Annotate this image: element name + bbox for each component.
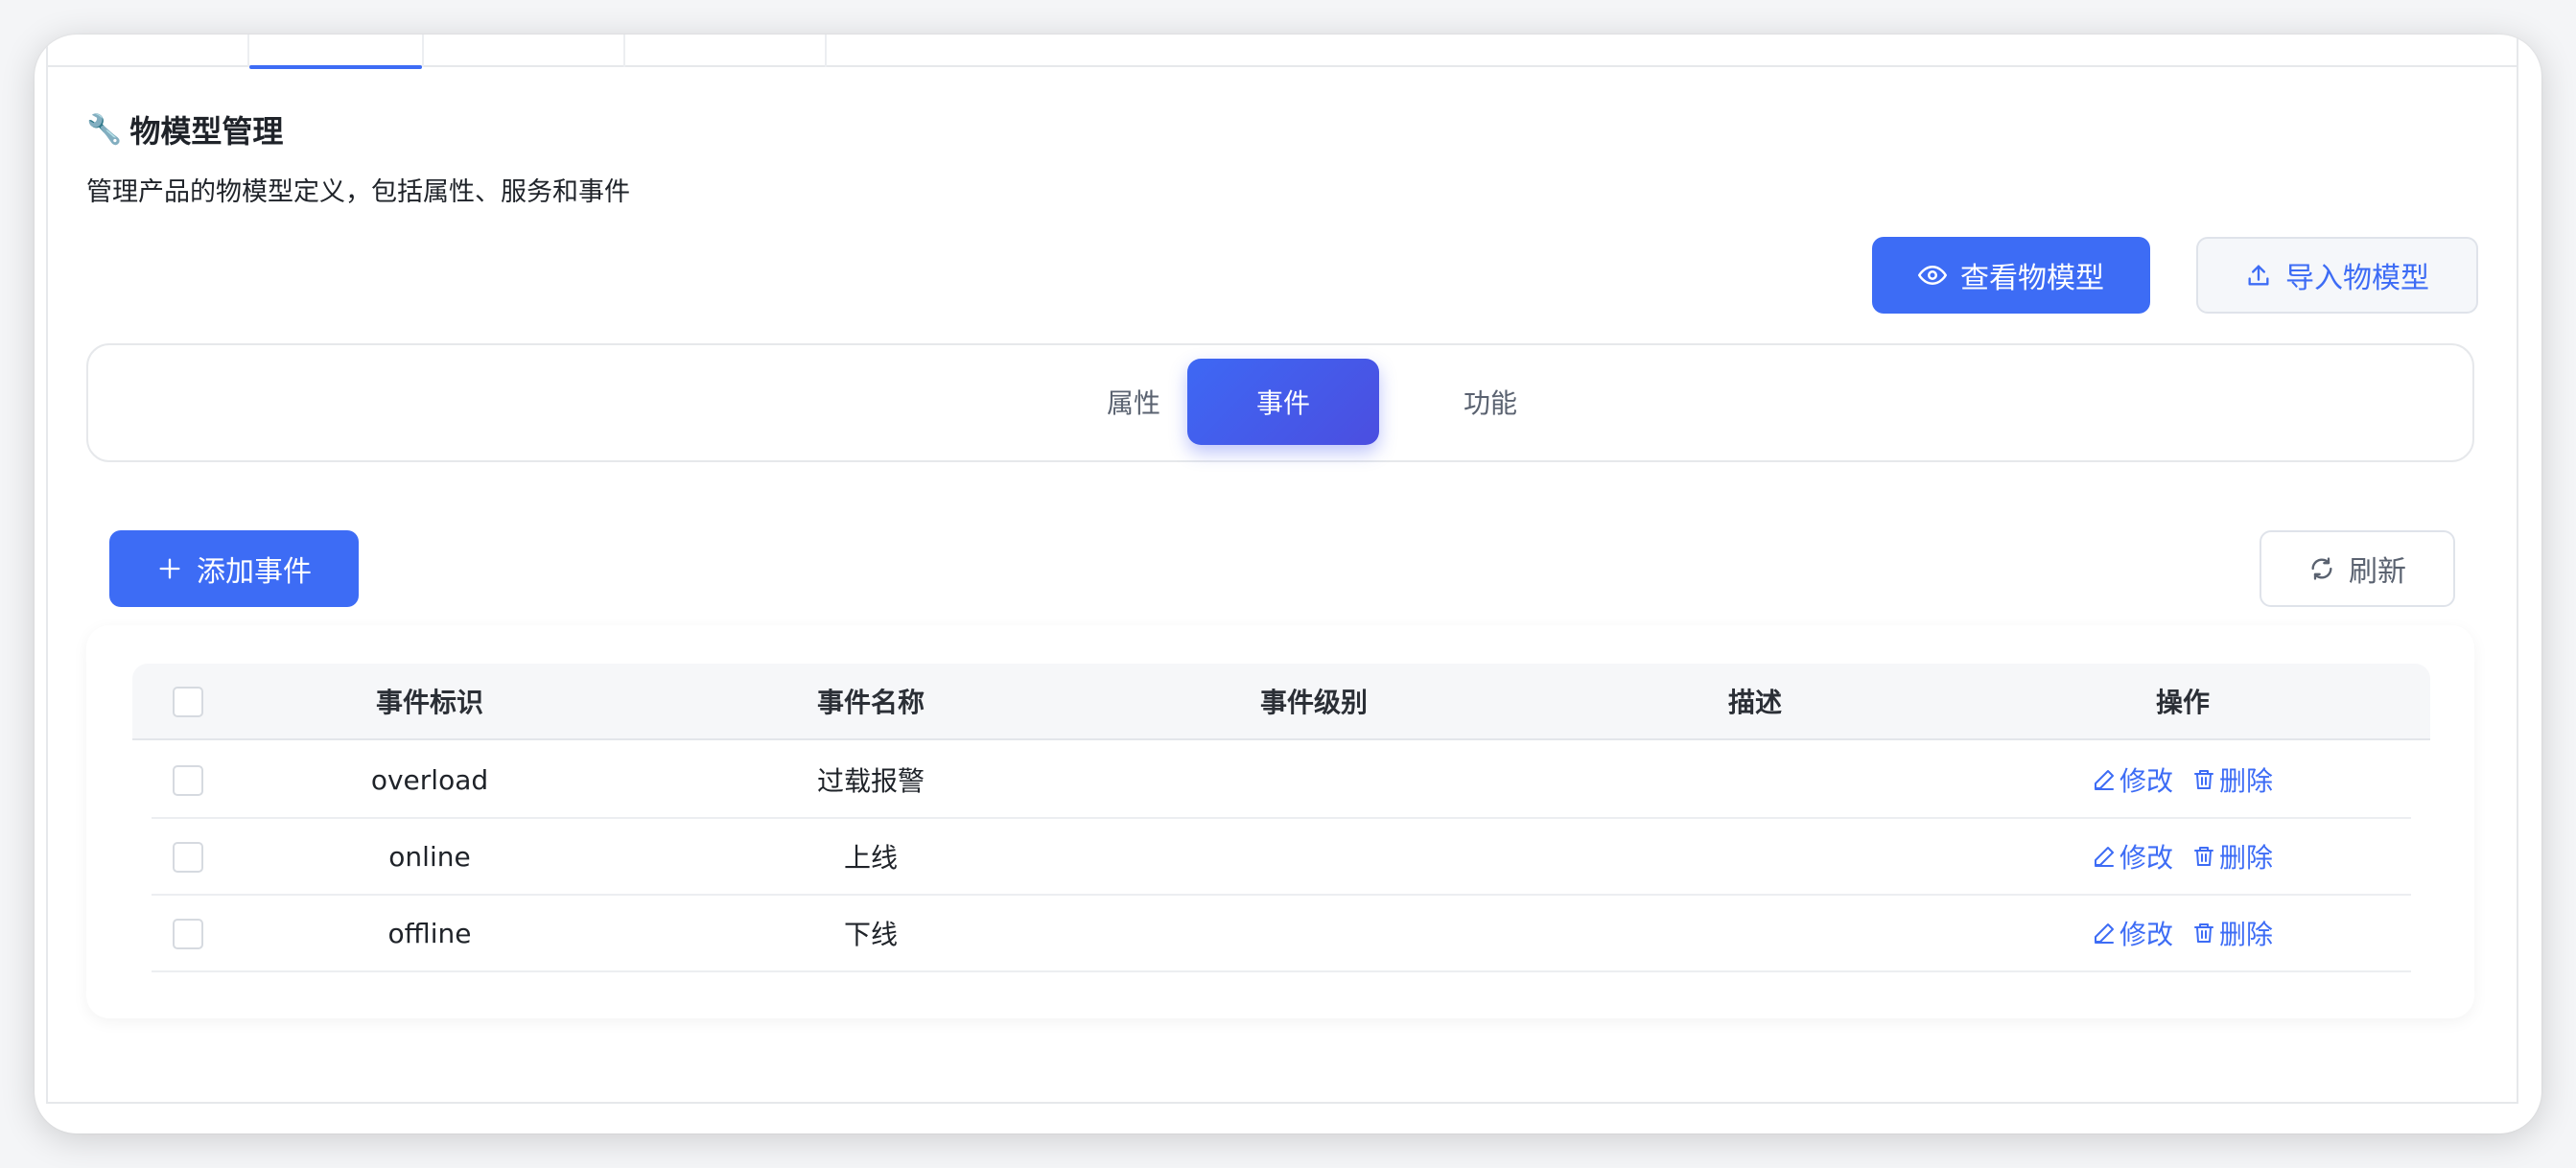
wrench-icon: 🔧 (86, 112, 123, 147)
page-title: 🔧 物模型管理 (86, 107, 283, 152)
import-model-button[interactable]: 导入物模型 (2196, 237, 2478, 314)
top-tab-1[interactable] (48, 35, 249, 67)
edit-label: 修改 (2119, 842, 2173, 874)
trash-icon (2192, 922, 2215, 945)
event-name-cell: 上线 (843, 842, 898, 874)
delete-label: 删除 (2219, 919, 2274, 950)
tab-events-label: 事件 (1255, 387, 1310, 419)
event-level-cell (1151, 819, 1477, 894)
select-all-checkbox[interactable] (173, 687, 203, 717)
row-checkbox[interactable] (173, 765, 203, 796)
edit-button[interactable]: 修改 (2093, 837, 2173, 876)
tab-properties-label: 属性 (1106, 387, 1160, 419)
content-panel: 🔧 物模型管理 管理产品的物模型定义，包括属性、服务和事件 查看物模型 导入物模… (46, 35, 2518, 1104)
column-header-name: 事件名称 (816, 687, 925, 718)
event-level-cell (1151, 896, 1477, 970)
row-actions: 修改 删除 (2020, 742, 2346, 817)
table-row: overload 过载报警 修改 删除 (152, 742, 2411, 819)
event-description-cell (1592, 896, 1918, 970)
refresh-icon (2308, 555, 2335, 582)
event-id-cell: offline (387, 917, 472, 949)
top-tab-4[interactable] (625, 35, 827, 67)
view-model-button[interactable]: 查看物模型 (1872, 237, 2150, 314)
add-event-label: 添加事件 (197, 555, 312, 589)
delete-label: 删除 (2219, 842, 2274, 874)
edit-icon (2093, 922, 2116, 945)
tab-functions-label: 功能 (1463, 387, 1517, 419)
refresh-label: 刷新 (2349, 555, 2406, 589)
top-tab-3[interactable] (424, 35, 625, 67)
table-header: 事件标识 事件名称 事件级别 描述 操作 (132, 664, 2430, 740)
delete-button[interactable]: 删除 (2192, 837, 2273, 876)
row-checkbox[interactable] (173, 919, 203, 949)
edit-icon (2093, 768, 2116, 791)
refresh-button[interactable]: 刷新 (2260, 530, 2455, 607)
app-window: 🔧 物模型管理 管理产品的物模型定义，包括属性、服务和事件 查看物模型 导入物模… (35, 35, 2541, 1133)
row-actions: 修改 删除 (2020, 896, 2346, 970)
column-header-id: 事件标识 (375, 687, 483, 718)
tab-events[interactable]: 事件 (1187, 359, 1379, 445)
edit-button[interactable]: 修改 (2093, 760, 2173, 799)
upload-icon (2245, 262, 2272, 289)
row-actions: 修改 删除 (2020, 819, 2346, 894)
plus-icon (156, 555, 183, 582)
tab-segment-bar: 属性 事件 功能 (86, 343, 2474, 462)
edit-label: 修改 (2119, 919, 2173, 950)
column-header-level: 事件级别 (1259, 687, 1368, 718)
top-tab-2[interactable] (249, 35, 424, 69)
event-id-cell: online (388, 840, 471, 873)
column-header-description: 描述 (1727, 687, 1782, 718)
row-checkbox[interactable] (173, 842, 203, 873)
event-name-cell: 过载报警 (816, 765, 925, 797)
table-row: offline 下线 修改 删除 (152, 896, 2411, 972)
event-description-cell (1592, 742, 1918, 817)
edit-icon (2093, 845, 2116, 868)
event-level-cell (1151, 742, 1477, 817)
delete-label: 删除 (2219, 765, 2274, 797)
table-row: online 上线 修改 删除 (152, 819, 2411, 896)
edit-label: 修改 (2119, 765, 2173, 797)
page-description: 管理产品的物模型定义，包括属性、服务和事件 (86, 177, 630, 207)
view-model-label: 查看物模型 (1960, 262, 2104, 295)
delete-button[interactable]: 删除 (2192, 914, 2273, 952)
events-table: 事件标识 事件名称 事件级别 描述 操作 overload 过载报警 修改 删除… (86, 625, 2474, 1018)
event-description-cell (1592, 819, 1918, 894)
delete-button[interactable]: 删除 (2192, 760, 2273, 799)
column-header-actions: 操作 (2155, 687, 2210, 718)
event-id-cell: overload (370, 763, 489, 796)
trash-icon (2192, 845, 2215, 868)
edit-button[interactable]: 修改 (2093, 914, 2173, 952)
page-title-text: 物模型管理 (129, 113, 284, 150)
add-event-button[interactable]: 添加事件 (109, 530, 359, 607)
import-model-label: 导入物模型 (2285, 262, 2429, 295)
eye-icon (1918, 261, 1947, 290)
top-tab-bar (48, 35, 2517, 69)
event-name-cell: 下线 (843, 919, 898, 950)
trash-icon (2192, 768, 2215, 791)
tab-functions[interactable]: 功能 (1394, 359, 1586, 445)
